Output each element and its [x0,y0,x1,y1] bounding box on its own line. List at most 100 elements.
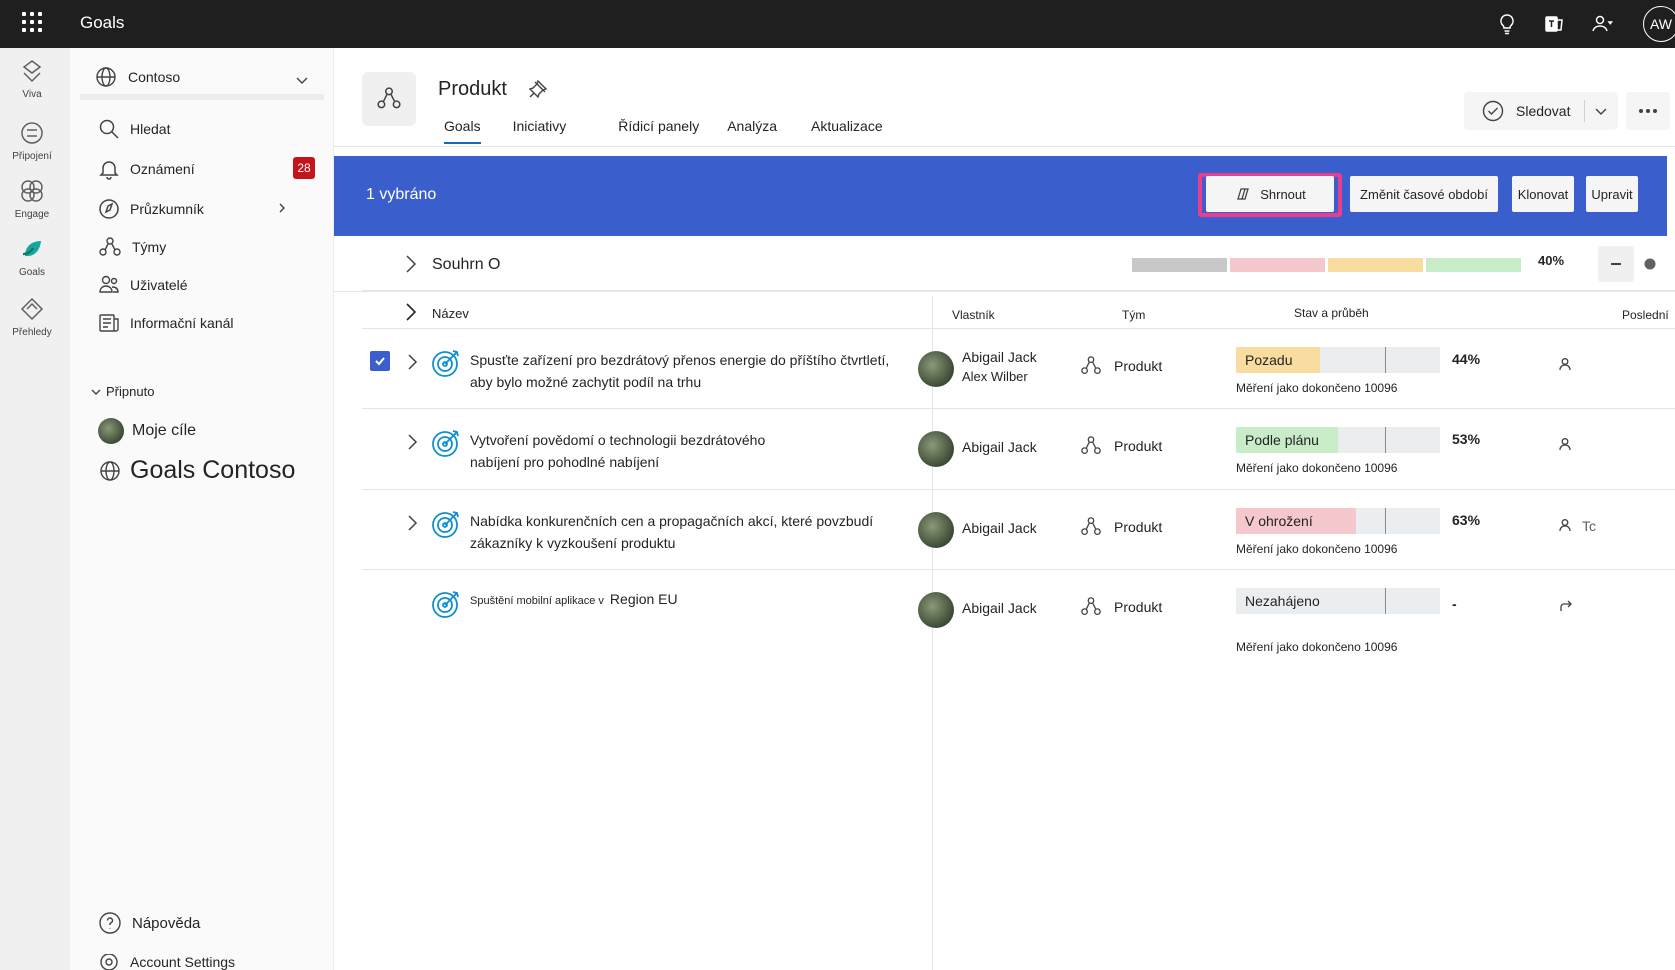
goal-target-icon [432,591,459,618]
goal-title-line: Nabídka konkurenčních cen a propagačních… [470,513,874,529]
team-cell[interactable]: Produkt [1080,355,1162,377]
nav-teams[interactable]: Týmy [98,236,166,258]
summary-progress-segment [1132,258,1227,272]
bell-icon [99,161,119,180]
nav-explorer[interactable]: Průzkumník [98,198,204,220]
summary-label: Souhrn O [432,256,501,273]
tab-updates[interactable]: Aktualizace [803,118,891,144]
table-row[interactable]: Spuštění mobilní aplikace v Region EU Abig… [362,570,1675,654]
tab-initiatives[interactable]: Iniciativy [505,118,575,144]
translator-icon[interactable] [1543,12,1567,36]
avatar [918,512,954,548]
team-avatar [362,72,416,126]
table-row[interactable]: Spusťte zařízení pro bezdrátový přenos e… [362,329,1675,409]
rail-item-connections[interactable]: Připojení [0,118,64,162]
more-options-button[interactable] [1626,92,1670,130]
tab-goals[interactable]: Goals [436,118,489,144]
chevron-right-icon[interactable] [404,254,418,274]
nav-search[interactable]: Hledat [98,118,170,140]
nav-label: Informační kanál [130,315,234,331]
owner-names[interactable]: Abigail Jack [962,598,1037,618]
user-avatar[interactable]: AW [1643,6,1675,42]
goal-title[interactable]: Vytvoření povědomí o technologii bezdrát… [470,429,765,473]
team-cell[interactable]: Produkt [1080,596,1162,618]
table-row[interactable]: Vytvoření povědomí o technologii bezdrát… [362,409,1675,490]
info-icon[interactable] [1644,258,1656,270]
goal-title[interactable]: Nabídka konkurenčních cen a propagačních… [470,510,873,554]
account-settings-icon[interactable] [1590,12,1614,36]
person-icon[interactable] [1558,518,1572,532]
unpin-icon[interactable] [528,79,548,99]
status-progress[interactable]: Podle plánu [1236,427,1440,453]
rail-item-insights[interactable]: Přehledy [0,294,64,338]
status-progress[interactable]: Nezahájeno [1236,588,1440,614]
person-icon[interactable] [1558,357,1572,371]
clone-button[interactable]: Klonovat [1512,176,1574,212]
checkmark-icon [375,357,385,366]
person-icon[interactable] [1558,437,1572,451]
status-progress[interactable]: V ohrožení [1236,508,1440,534]
more-icon [1639,109,1657,113]
nav-account-settings[interactable]: Account Settings [98,954,235,970]
left-nav: Contoso Hledat Oznámení 28 Průzkumník Tý… [70,48,334,970]
globe-icon [100,460,120,481]
pinned-header[interactable]: Připnuto [90,384,154,399]
share-arrow-icon[interactable] [1558,598,1574,614]
copilot-icon [1237,188,1250,200]
col-header-owner[interactable]: Vlastník [952,308,995,322]
chevron-right-icon[interactable] [276,202,288,214]
row-checkbox[interactable] [370,351,390,371]
nav-notifications[interactable]: Oznámení [98,158,195,180]
col-header-team[interactable]: Tým [1122,308,1145,322]
tab-dashboards[interactable]: Řídicí panely [610,118,707,144]
edit-button[interactable]: Upravit [1586,176,1638,212]
measure-text: Měření jako dokončeno 10096 [1236,461,1398,475]
summary-progress-segment [1230,258,1325,272]
chevron-down-icon[interactable] [1594,104,1608,118]
chevron-right-icon[interactable] [406,514,418,532]
chevron-right-icon[interactable] [406,433,418,451]
chevron-right-icon[interactable] [404,302,418,322]
chevron-right-icon[interactable] [406,353,418,371]
measure-text: Měření jako dokončeno 10096 [1236,542,1398,556]
nav-users[interactable]: Uživatelé [98,274,188,296]
org-switcher[interactable]: Contoso [80,60,324,100]
col-header-last[interactable]: Poslední [1622,308,1669,322]
goal-title-line: zákazníky k vyzkoušení produktu [470,535,676,551]
connections-icon [21,122,43,144]
top-bar: Goals AW [0,0,1675,48]
rail-item-viva[interactable]: Viva [0,56,64,100]
news-feed-icon [99,314,119,332]
rail-item-engage[interactable]: Engage [0,176,64,220]
change-period-button[interactable]: Změnit časové období [1350,176,1498,212]
nav-feed[interactable]: Informační kanál [98,312,234,334]
col-header-name[interactable]: Název [432,306,469,321]
goal-title[interactable]: Spuštění mobilní aplikace v Region EU [470,588,678,612]
team-cell[interactable]: Produkt [1080,435,1162,457]
table-row[interactable]: Nabídka konkurenčních cen a propagačních… [362,490,1675,570]
rail-item-goals[interactable]: Goals [0,234,64,278]
nav-help[interactable]: Nápověda [98,911,200,935]
teams-icon [377,87,401,109]
owner-names[interactable]: Abigail Jack [962,437,1037,457]
owner-names[interactable]: Abigail Jack [962,518,1037,538]
owner-name: Alex Wilber [962,369,1028,384]
chevron-down-icon [296,77,308,84]
pinned-my-goals[interactable]: Moje cíle [98,418,196,444]
summarize-button[interactable]: Shrnout [1206,176,1334,212]
chevron-down-icon [91,389,101,395]
app-launcher-icon[interactable] [22,12,42,32]
tab-analysis[interactable]: Analýza [719,118,785,144]
lightbulb-icon[interactable] [1495,12,1519,36]
goal-title[interactable]: Spusťte zařízení pro bezdrátový přenos e… [470,349,889,393]
summary-row: Souhrn O 40% [334,236,1675,292]
status-progress[interactable]: Pozadu [1236,347,1440,373]
col-header-status[interactable]: Stav a průběh [1294,306,1369,320]
goal-target-icon [432,430,459,457]
team-cell[interactable]: Produkt [1080,516,1162,538]
measure-text: Měření jako dokončeno 10096 [1236,381,1398,395]
owner-names[interactable]: Abigail Jack Alex Wilber [962,347,1037,387]
collapse-button[interactable] [1598,246,1634,282]
follow-button[interactable]: Sledovat [1464,92,1618,130]
pinned-goals-contoso[interactable]: Goals Contoso [98,456,295,485]
